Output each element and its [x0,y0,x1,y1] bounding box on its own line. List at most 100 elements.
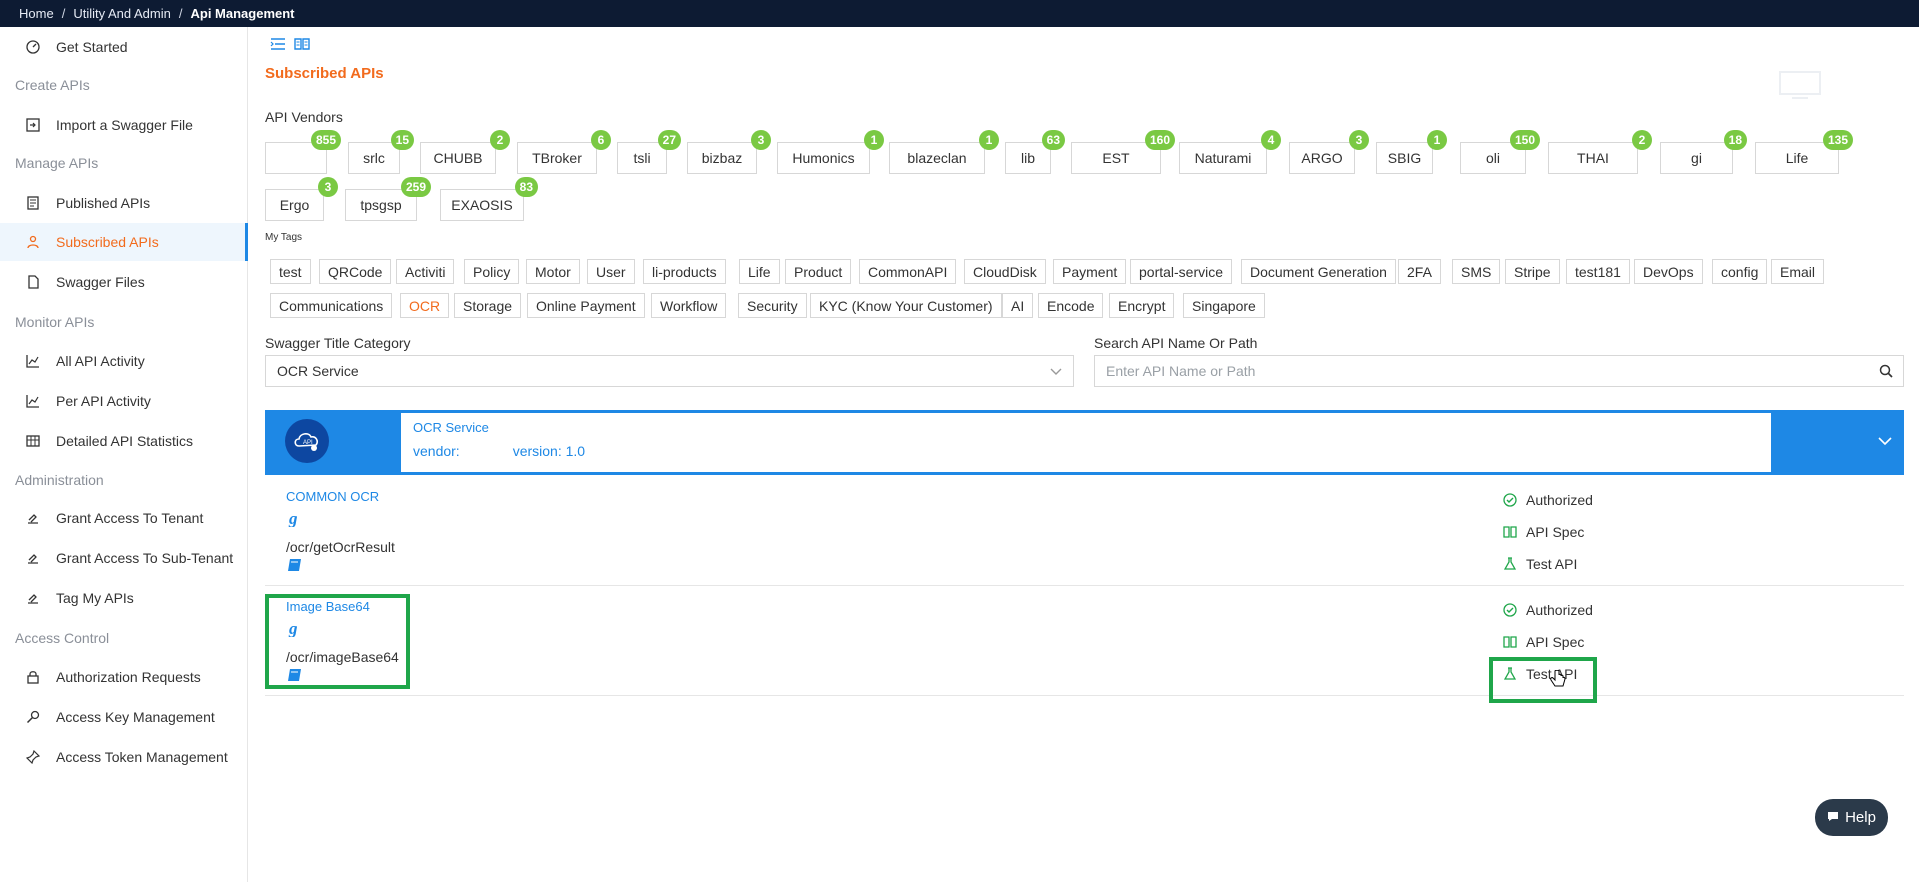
tag-chip[interactable]: Communications [270,293,393,318]
vendor-button[interactable]: oli 150 [1460,130,1540,174]
vendor-button[interactable]: tsli 27 [617,130,681,174]
file-icon [24,273,42,291]
tag-chip[interactable]: Email [1771,259,1825,284]
dashboard-icon [24,38,42,56]
vendor-count-badge: 15 [390,130,414,150]
tag-chip[interactable]: KYC (Know Your Customer) [810,293,1002,318]
vendor-button[interactable]: tpsgsp 259 [345,177,431,221]
tag-chip[interactable]: Online Payment [527,293,645,318]
lock-icon [24,668,42,686]
tag-chip[interactable]: Policy [464,259,520,284]
sidebar-item-authorization-requests[interactable]: Authorization Requests [0,658,248,696]
vendor-button[interactable]: Life 135 [1755,130,1853,174]
sidebar-item-per-api-activity[interactable]: Per API Activity [0,382,248,420]
tag-chip[interactable]: test [270,259,311,284]
chevron-down-icon[interactable] [1877,434,1893,451]
tag-chip[interactable]: CommonAPI [859,259,957,284]
tag-chip[interactable]: Activiti [396,259,455,284]
vendor-name: tpsgsp [360,197,402,213]
vendor-button[interactable]: blazeclan 1 [889,130,999,174]
tag-chip[interactable]: test181 [1566,259,1630,284]
search-field[interactable] [1094,355,1904,387]
tag-chip[interactable]: Motor [526,259,580,284]
sidebar-item-subscribed-apis[interactable]: Subscribed APIs [0,223,248,261]
api-spec-link[interactable]: API Spec [1502,524,1584,540]
api-name[interactable]: COMMON OCR [286,489,379,504]
api-spec-link[interactable]: API Spec [1502,634,1584,650]
tag-chip[interactable]: Workflow [651,293,727,318]
vendor-button[interactable]: lib 63 [1005,130,1065,174]
highlight-api-entry [265,594,410,689]
test-api-button[interactable]: Test API [1502,556,1577,572]
vendor-button[interactable]: 855 [265,130,341,174]
vendor-button[interactable]: EXAOSIS 83 [440,177,538,221]
help-button[interactable]: Help [1815,799,1888,836]
vendor-button[interactable]: bizbaz 3 [687,130,771,174]
tag-chip[interactable]: 2FA [1398,259,1441,284]
vendor-label: vendor: [413,443,460,459]
category-select[interactable]: OCR Service [265,355,1074,387]
tag-chip[interactable]: Encode [1038,293,1104,318]
tag-chip[interactable]: portal-service [1130,259,1233,284]
tag-chip[interactable]: SMS [1452,259,1501,284]
vendor-button[interactable]: gi 18 [1660,130,1747,174]
sidebar-item-published-apis[interactable]: Published APIs [0,184,248,222]
vendor-count-badge: 83 [514,177,538,197]
tag-chip[interactable]: Encrypt [1109,293,1175,318]
line-chart-icon [24,392,42,410]
tag-chip[interactable]: CloudDisk [964,259,1046,284]
breadcrumb-utility-admin[interactable]: Utility And Admin [73,6,171,21]
breadcrumb-api-management: Api Management [190,6,295,21]
sidebar-item-detailed-statistics[interactable]: Detailed API Statistics [0,422,248,460]
breadcrumb-home[interactable]: Home [19,6,54,21]
vendor-button[interactable]: srlc 15 [348,130,414,174]
tag-chip[interactable]: Security [738,293,807,318]
sidebar-item-label: Subscribed APIs [56,234,159,250]
import-icon [24,116,42,134]
sidebar-item-get-started[interactable]: Get Started [0,28,248,66]
tag-chip-selected[interactable]: OCR [400,293,450,318]
sidebar-item-grant-sub-tenant[interactable]: Grant Access To Sub-Tenant [0,539,248,577]
check-circle-icon [1502,492,1518,508]
list-view-icon[interactable] [270,37,286,54]
vendor-button[interactable]: CHUBB 2 [420,130,510,174]
vendor-button[interactable]: Naturami 4 [1179,130,1281,174]
tag-chip[interactable]: Payment [1053,259,1127,284]
service-name: OCR Service [413,420,489,435]
vendor-count-badge: 4 [1261,130,1281,150]
sidebar-item-access-key[interactable]: Access Key Management [0,698,248,736]
tag-chip[interactable]: AI [1002,293,1034,318]
book-view-icon[interactable] [294,37,310,54]
tag-chip[interactable]: Storage [454,293,522,318]
tag-chip[interactable]: DevOps [1634,259,1703,284]
service-header[interactable]: API OCR Service vendor: version: 1.0 [265,410,1904,475]
sidebar-item-tag-my-apis[interactable]: Tag My APIs [0,579,248,617]
sidebar-item-grant-tenant[interactable]: Grant Access To Tenant [0,499,248,537]
search-input[interactable] [1106,363,1806,379]
vendor-name: tsli [633,150,651,166]
sidebar-item-all-api-activity[interactable]: All API Activity [0,342,248,380]
tag-chip[interactable]: Stripe [1505,259,1560,284]
vendor-count-badge: 855 [310,130,341,150]
sidebar-item-access-token[interactable]: Access Token Management [0,738,248,776]
vendor-button[interactable]: Ergo 3 [265,177,338,221]
vendor-button[interactable]: SBIG 1 [1376,130,1447,174]
tag-chip[interactable]: Life [739,259,780,284]
vendor-button[interactable]: THAI 2 [1548,130,1652,174]
sidebar-item-swagger-files[interactable]: Swagger Files [0,263,248,301]
sidebar-item-import-swagger[interactable]: Import a Swagger File [0,106,248,144]
vendor-button[interactable]: ARGO 3 [1289,130,1369,174]
vendor-button[interactable]: EST 160 [1071,130,1175,174]
tag-chip[interactable]: config [1712,259,1768,284]
vendor-button[interactable]: TBroker 6 [517,130,611,174]
tag-chip[interactable]: Document Generation [1241,259,1396,284]
tag-chip[interactable]: Product [785,259,852,284]
api-spec-label: API Spec [1526,634,1585,650]
tag-chip[interactable]: QRCode [319,259,392,284]
book-icon[interactable] [287,558,303,575]
vendor-button[interactable]: Humonics 1 [777,130,884,174]
tag-chip[interactable]: Singapore [1183,293,1265,318]
tag-chip[interactable]: li-products [643,259,726,284]
search-icon[interactable] [1879,364,1893,381]
tag-chip[interactable]: User [587,259,635,284]
